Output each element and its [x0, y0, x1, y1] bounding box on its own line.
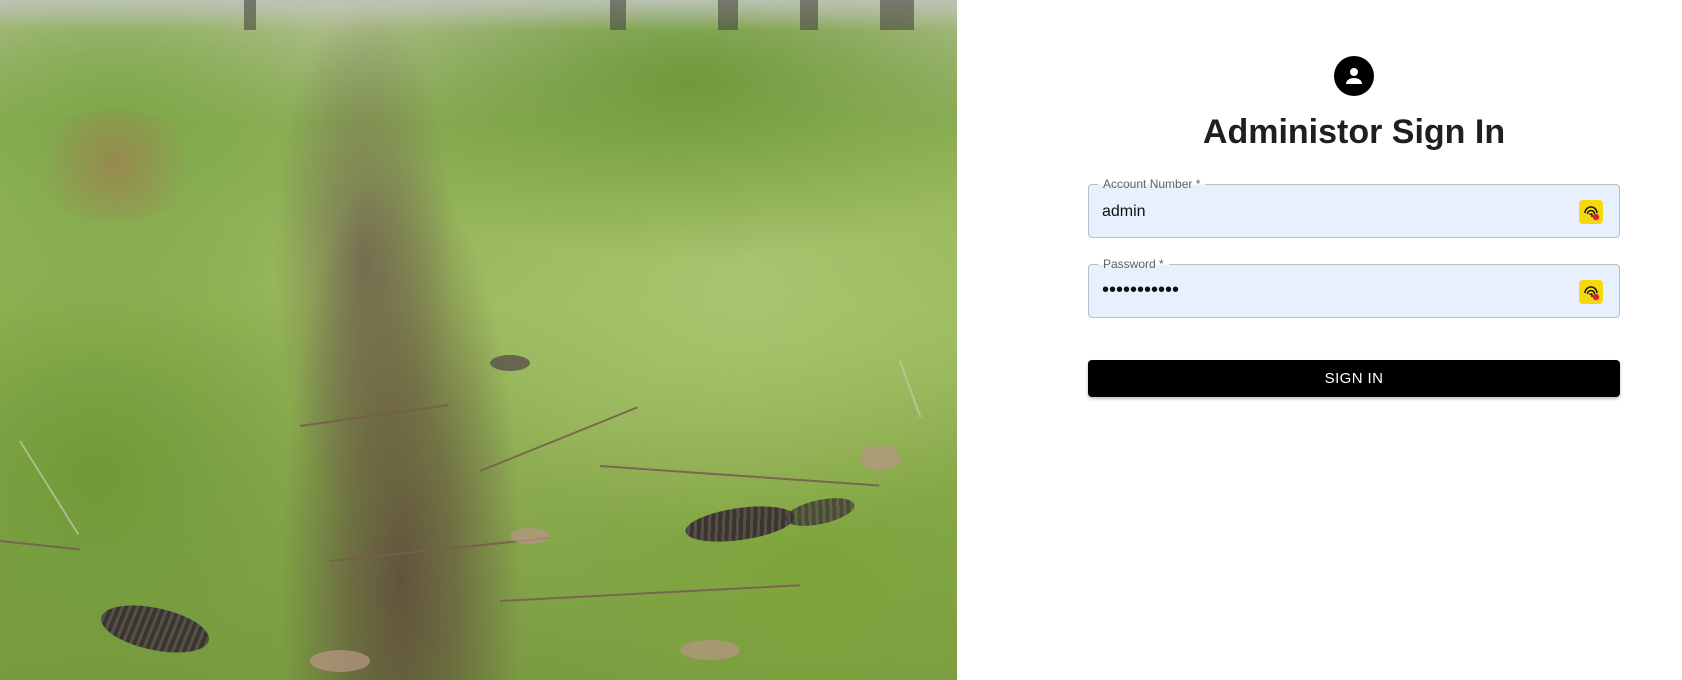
person-icon — [1346, 68, 1362, 84]
pine-cone — [96, 597, 214, 661]
dry-fern-patch — [20, 110, 210, 220]
password-manager-autofill-icon[interactable] — [1579, 280, 1603, 304]
password-label: Password * — [1098, 257, 1169, 271]
pine-cone — [683, 500, 797, 548]
leaf — [490, 355, 530, 371]
password-manager-autofill-icon[interactable] — [1579, 200, 1603, 224]
leaf — [860, 445, 900, 471]
twig — [479, 406, 638, 472]
tree-trunk — [800, 0, 818, 30]
twig — [599, 465, 880, 487]
forest-path-background-image — [0, 0, 957, 680]
leaf — [510, 528, 550, 544]
sign-in-button[interactable]: SIGN IN — [1088, 360, 1620, 397]
sign-in-panel: Administor Sign In Account Number * Pass… — [957, 0, 1682, 680]
tree-trunk — [880, 0, 914, 30]
leaf — [680, 640, 740, 660]
leaf — [310, 650, 370, 672]
password-input[interactable]: ••••••••••• — [1102, 280, 1562, 300]
login-page: Administor Sign In Account Number * Pass… — [0, 0, 1682, 680]
grass-blade — [899, 360, 922, 418]
fingerprint-icon — [1584, 206, 1600, 221]
pine-cone — [783, 492, 857, 532]
grass-blade — [19, 440, 80, 535]
account-number-label: Account Number * — [1098, 177, 1206, 191]
tree-trunk — [610, 0, 626, 30]
fingerprint-icon — [1584, 286, 1600, 301]
twig — [499, 584, 800, 602]
account-number-field[interactable]: Account Number * — [1088, 177, 1620, 238]
tree-trunk — [718, 0, 738, 30]
password-field[interactable]: Password * ••••••••••• — [1088, 257, 1620, 318]
tree-trunk — [244, 0, 256, 30]
twig — [299, 404, 449, 427]
page-title: Administor Sign In — [1202, 113, 1506, 151]
account-circle-icon — [1334, 56, 1374, 96]
account-number-input[interactable] — [1102, 203, 1562, 221]
twig — [0, 540, 80, 551]
